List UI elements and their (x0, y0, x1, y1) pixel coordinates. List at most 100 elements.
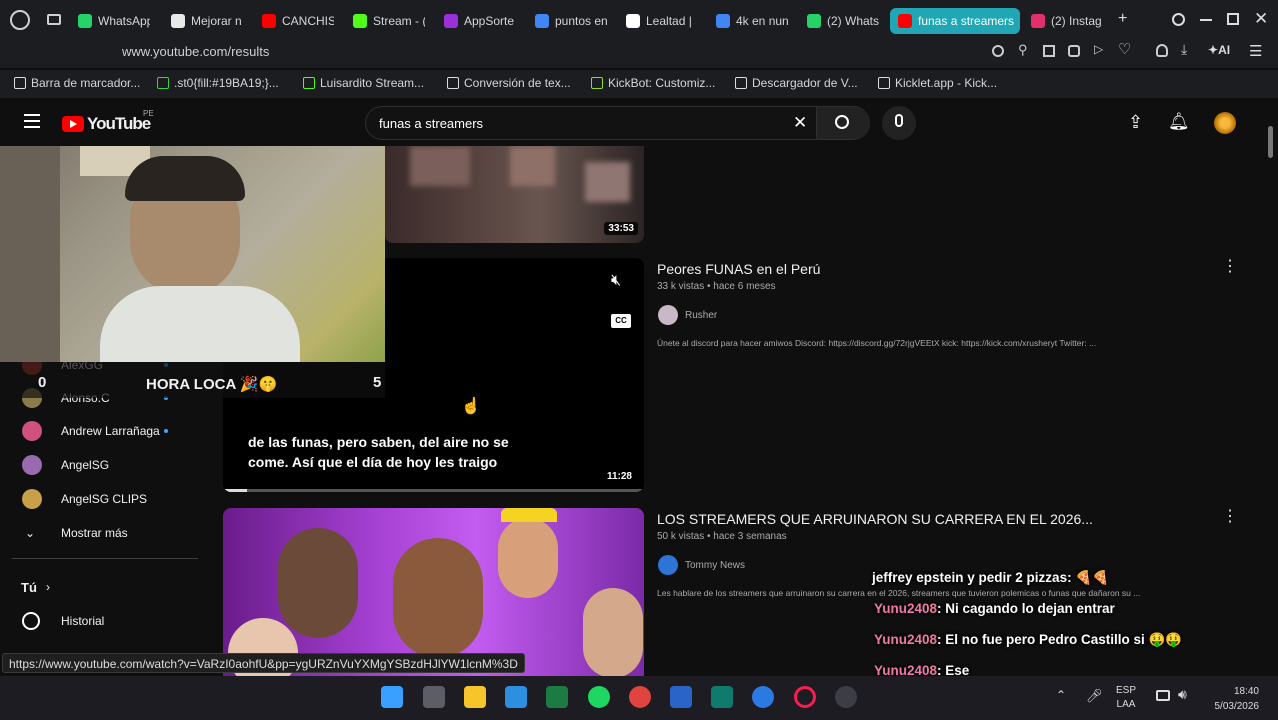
tab-2[interactable]: Mejorar n (171, 8, 243, 34)
page-scrollbar[interactable] (1268, 126, 1273, 158)
youtube-logo[interactable]: YouTube (62, 114, 151, 134)
ai-button[interactable]: ✦AI (1208, 43, 1230, 57)
obs-icon[interactable] (835, 686, 857, 708)
bookmark-item[interactable]: KickBot: Customiz... (591, 76, 715, 90)
tab-6[interactable]: puntos en (535, 8, 607, 34)
clock[interactable]: 18:40 5/03/2026 (1203, 684, 1260, 714)
bookmark-item[interactable]: Kicklet.app - Kick... (878, 76, 997, 90)
tab-label: (2) Whats (827, 14, 879, 28)
cc-button[interactable]: CC (611, 314, 631, 328)
microphone-tray-icon[interactable]: 🎤︎ (1086, 688, 1103, 704)
tab-10[interactable]: funas a streamers (890, 8, 1020, 34)
menu-icon[interactable]: ☰ (1249, 42, 1262, 60)
search-input[interactable]: funas a streamers (379, 116, 483, 131)
channel-avatar (22, 421, 42, 441)
bookmark-label: Barra de marcador... (31, 76, 141, 90)
webcam-overlay (0, 146, 385, 362)
show-more-label: Mostrar más (61, 526, 128, 540)
edge-icon[interactable] (752, 686, 774, 708)
voice-search-button[interactable] (882, 106, 916, 140)
channel-name-3[interactable]: Tommy News (685, 560, 745, 571)
hamburger-menu-icon[interactable] (24, 114, 40, 128)
upload-icon[interactable]: ⇪ (1128, 112, 1143, 133)
tab-label: Stream - ( (373, 14, 425, 28)
bookmark-item[interactable]: Luisardito Stream... (303, 76, 424, 90)
bookmark-item[interactable]: Descargador de V... (735, 76, 858, 90)
profile-icon[interactable] (1156, 44, 1168, 57)
clear-search-icon[interactable]: ✕ (793, 113, 807, 133)
new-tab-button[interactable]: + (1118, 10, 1127, 28)
language-indicator[interactable]: ESP LAA (1116, 684, 1136, 712)
subscription-item[interactable]: AngelSG CLIPS (0, 482, 200, 516)
opera-gx-icon[interactable] (794, 686, 816, 708)
account-avatar[interactable] (1214, 112, 1236, 134)
adblock-icon[interactable] (1068, 45, 1080, 57)
mute-icon[interactable]: 🔇︎ (611, 272, 621, 290)
favorite-icon[interactable]: ♡ (1118, 40, 1131, 58)
start-button[interactable] (381, 686, 403, 708)
tab-label: 4k en nun (736, 14, 788, 28)
publisher-icon[interactable] (711, 686, 733, 708)
status-url: https://www.youtube.com/watch?v=VaRzI0ao… (2, 653, 525, 673)
store-icon[interactable] (505, 686, 527, 708)
bookmarks-bar: Barra de marcador... .st0{fill:#19BA19;}.… (0, 70, 1278, 98)
word-icon[interactable] (670, 686, 692, 708)
notifications-bell-icon[interactable]: 🔔︎ (1168, 112, 1190, 132)
tab-7[interactable]: Lealtad | (626, 8, 698, 34)
tab-1[interactable]: WhatsApp (78, 8, 150, 34)
channel-avatar-3[interactable] (658, 555, 678, 575)
bookmark-favicon-icon (735, 77, 747, 89)
bookmark-item[interactable]: Barra de marcador... (14, 76, 140, 90)
volume-icon[interactable]: 🔊︎ (1178, 686, 1187, 703)
subscription-item[interactable]: Andrew Larrañaga (0, 414, 200, 448)
channel-name-2[interactable]: Rusher (685, 310, 717, 321)
tab-4[interactable]: Stream - ( (353, 8, 425, 34)
tab-3[interactable]: CANCHIS (262, 8, 334, 34)
more-actions-icon-3[interactable]: ⋮ (1222, 506, 1238, 526)
tab-5[interactable]: AppSorte (444, 8, 516, 34)
download-icon[interactable]: ⤓ (1181, 41, 1187, 58)
spotify-icon[interactable] (588, 686, 610, 708)
tab-favicon-icon (171, 14, 185, 28)
sidebar-item-history[interactable]: Historial (0, 604, 200, 638)
bookmark-label: KickBot: Customiz... (608, 76, 716, 90)
sidebar-you-section[interactable]: Tú › (0, 570, 200, 604)
video-title-2[interactable]: Peores FUNAS en el Perú (657, 261, 820, 277)
tab-8[interactable]: 4k en nun (716, 8, 788, 34)
tray-chevron-icon[interactable]: ⌃ (1056, 688, 1066, 702)
network-icon[interactable] (1156, 690, 1170, 701)
video-thumbnail-1[interactable]: 33:53 (385, 146, 644, 243)
browser-menu-icon[interactable] (10, 10, 30, 30)
minimize-button[interactable] (1200, 19, 1212, 21)
zoom-icon[interactable] (992, 45, 1004, 57)
workspaces-icon[interactable] (47, 14, 61, 25)
address-bar-row: ← → ↻ 🔒︎ www.youtube.com/results ⚲ ▷ ♡ ⤓… (0, 40, 1278, 101)
bookmark-item[interactable]: .st0{fill:#19BA19;}... (157, 76, 279, 90)
video-title-3[interactable]: LOS STREAMERS QUE ARRUINARON SU CARRERA … (657, 511, 1093, 527)
screenshot-icon[interactable] (1043, 45, 1055, 57)
show-more-button[interactable]: ⌄ Mostrar más (0, 516, 200, 550)
pin-icon[interactable]: ⚲ (1018, 42, 1028, 58)
preview-progress-bar[interactable] (223, 489, 644, 492)
tab-search-icon[interactable] (1172, 13, 1185, 26)
search-icon (835, 115, 849, 129)
more-actions-icon-2[interactable]: ⋮ (1222, 256, 1238, 276)
player-icon[interactable]: ▷ (1094, 42, 1103, 56)
calculator-icon[interactable] (423, 686, 445, 708)
bookmark-item[interactable]: Conversión de tex... (447, 76, 571, 90)
channel-avatar-2[interactable] (658, 305, 678, 325)
excel-icon[interactable] (546, 686, 568, 708)
maximize-button[interactable] (1227, 13, 1239, 25)
search-box[interactable]: funas a streamers ✕ (365, 106, 870, 140)
url-field[interactable]: www.youtube.com/results (122, 44, 269, 59)
close-window-button[interactable]: ✕ (1254, 9, 1268, 29)
search-button[interactable] (817, 107, 870, 139)
pdf-icon[interactable] (629, 686, 651, 708)
tab-favicon-icon (807, 14, 821, 28)
subscription-item[interactable]: AngelSG (0, 448, 200, 482)
tab-9[interactable]: (2) Whats (807, 8, 879, 34)
tab-11[interactable]: (2) Instag (1031, 8, 1103, 34)
file-explorer-icon[interactable] (464, 686, 486, 708)
preview-progress-fill (223, 489, 247, 492)
video-thumbnail-3[interactable] (223, 508, 644, 676)
